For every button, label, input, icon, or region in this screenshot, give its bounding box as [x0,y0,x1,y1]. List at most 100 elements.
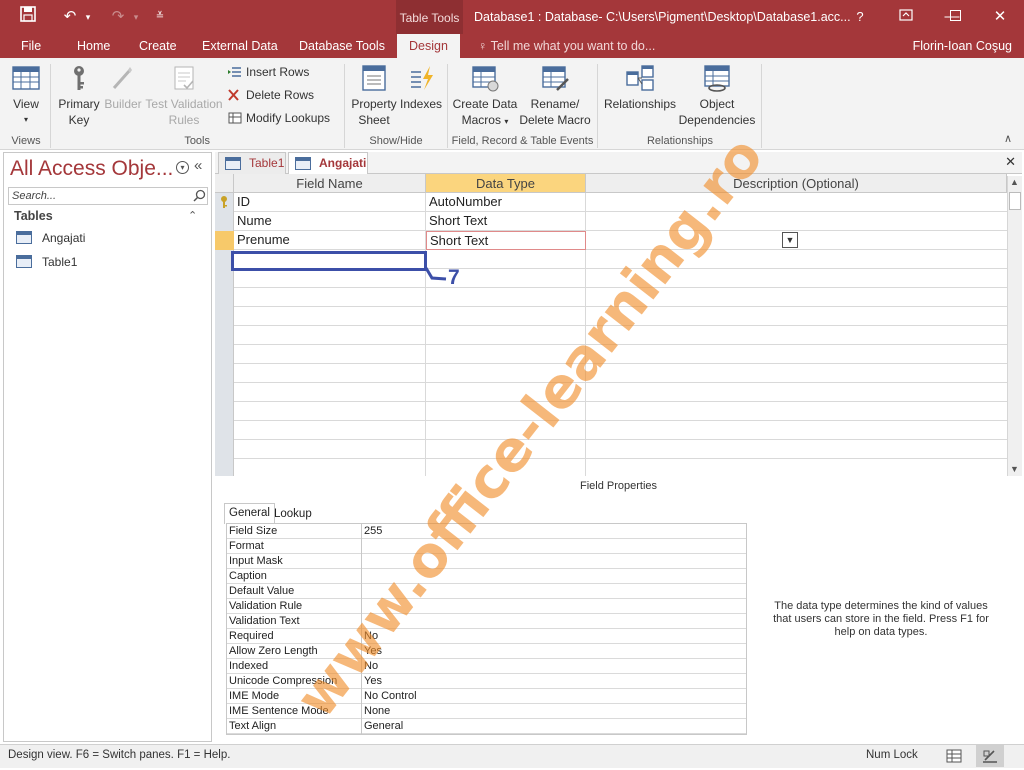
property-row[interactable]: Caption [227,569,746,584]
data-type-cell[interactable] [426,440,586,459]
description-cell[interactable] [586,231,1007,250]
property-value[interactable]: No [361,659,746,674]
field-name-cell[interactable] [234,402,426,421]
data-type-cell[interactable] [426,383,586,402]
table-row[interactable]: ▼ Prenume Short Text [234,231,1007,250]
property-row[interactable]: Format [227,539,746,554]
property-value[interactable] [361,614,746,629]
search-icon[interactable] [193,189,206,205]
data-type-cell[interactable] [426,364,586,383]
relationships-button[interactable]: Relationships [602,64,678,112]
save-icon[interactable] [16,6,40,28]
property-row[interactable]: Text Align General [227,719,746,734]
doc-tab-angajati[interactable]: Angajati [288,152,368,175]
description-cell[interactable] [586,440,1007,459]
property-value[interactable] [361,584,746,599]
property-row[interactable]: Unicode Compression Yes [227,674,746,689]
field-name-cell[interactable] [234,383,426,402]
nav-pane-title[interactable]: All Access Obje... [10,157,173,181]
table-row[interactable] [234,326,1007,345]
tab-home[interactable]: Home [77,34,110,58]
description-cell[interactable] [586,383,1007,402]
property-value[interactable]: None [361,704,746,719]
data-type-cell[interactable]: AutoNumber [426,193,586,212]
data-type-cell[interactable]: Short Text [426,212,586,231]
collapse-section-icon[interactable]: ⌃ [188,209,197,222]
header-description[interactable]: Description (Optional) [586,174,1007,193]
current-row-selector[interactable] [215,231,234,250]
data-type-cell[interactable] [426,307,586,326]
property-row[interactable]: Validation Rule [227,599,746,614]
field-name-cell[interactable]: ID [234,193,426,212]
table-row[interactable] [234,440,1007,459]
property-row[interactable]: Required No [227,629,746,644]
close-window-button[interactable]: ✕ [980,4,1020,30]
object-dependencies-button[interactable]: Object Dependencies [678,64,756,128]
modify-lookups-button[interactable]: Modify Lookups [228,111,330,125]
datasheet-view-icon[interactable] [946,749,962,766]
doc-tab-table1[interactable]: Table1 [218,152,286,174]
property-row[interactable]: Allow Zero Length Yes [227,644,746,659]
description-cell[interactable] [586,459,1007,476]
description-cell[interactable] [586,307,1007,326]
property-value[interactable] [361,554,746,569]
description-cell[interactable] [586,345,1007,364]
data-type-cell[interactable] [426,288,586,307]
delete-rows-button[interactable]: Delete Rows [228,88,314,102]
tab-design[interactable]: Design [397,34,460,58]
property-value[interactable]: Yes [361,644,746,659]
data-type-cell[interactable] [426,421,586,440]
design-view-icon[interactable] [976,745,1004,767]
nav-section-tables[interactable]: Tables [14,209,53,223]
data-type-cell[interactable] [426,402,586,421]
tab-external-data[interactable]: External Data [202,34,278,58]
property-row[interactable]: IME Mode No Control [227,689,746,704]
field-name-cell[interactable] [234,288,426,307]
nav-item-table1[interactable]: Table1 [16,255,77,269]
tab-file[interactable]: File [21,34,41,58]
collapse-ribbon-icon[interactable]: ∧ [1004,132,1012,145]
table-row[interactable] [234,269,1007,288]
field-name-cell[interactable] [234,459,426,476]
field-name-cell[interactable] [234,307,426,326]
field-name-cell[interactable] [234,345,426,364]
table-row[interactable] [234,345,1007,364]
property-row[interactable]: Validation Text [227,614,746,629]
help-button[interactable]: ? [840,4,880,30]
table-row[interactable] [234,307,1007,326]
property-value[interactable]: General [361,719,746,734]
header-field-name[interactable]: Field Name [234,174,426,193]
tab-database-tools[interactable]: Database Tools [299,34,385,58]
description-cell[interactable] [586,421,1007,440]
insert-rows-button[interactable]: Insert Rows [228,65,309,79]
header-data-type[interactable]: Data Type [426,174,586,193]
property-row[interactable]: Indexed No [227,659,746,674]
property-value[interactable] [361,569,746,584]
property-value[interactable] [361,539,746,554]
description-cell[interactable] [586,212,1007,231]
data-type-cell[interactable]: Short Text [426,231,586,250]
description-cell[interactable] [586,193,1007,212]
property-row[interactable]: IME Sentence Mode None [227,704,746,719]
scroll-up-icon[interactable]: ▲ [1010,177,1019,187]
field-name-cell[interactable] [234,421,426,440]
property-row[interactable]: Field Size 255 [227,524,746,539]
undo-dropdown-icon[interactable]: ▾ [76,6,100,28]
field-name-cell[interactable] [234,440,426,459]
tab-lookup[interactable]: Lookup [270,505,316,524]
property-value[interactable]: 255 [361,524,746,539]
customize-toolbar-icon[interactable]: ≚ [148,6,172,28]
field-name-cell[interactable] [234,269,426,288]
tab-create[interactable]: Create [139,34,177,58]
property-value[interactable]: No Control [361,689,746,704]
field-name-cell[interactable] [234,326,426,345]
property-value[interactable]: No [361,629,746,644]
table-row[interactable] [234,383,1007,402]
grid-vertical-scrollbar[interactable]: ▲ ▼ [1007,176,1022,476]
maximize-button[interactable] [935,4,975,30]
property-sheet-button[interactable]: Property Sheet [348,64,400,128]
property-row[interactable]: Input Mask [227,554,746,569]
ribbon-display-options-icon[interactable] [886,4,926,30]
table-row[interactable]: ID AutoNumber [234,193,1007,212]
property-value[interactable]: Yes [361,674,746,689]
